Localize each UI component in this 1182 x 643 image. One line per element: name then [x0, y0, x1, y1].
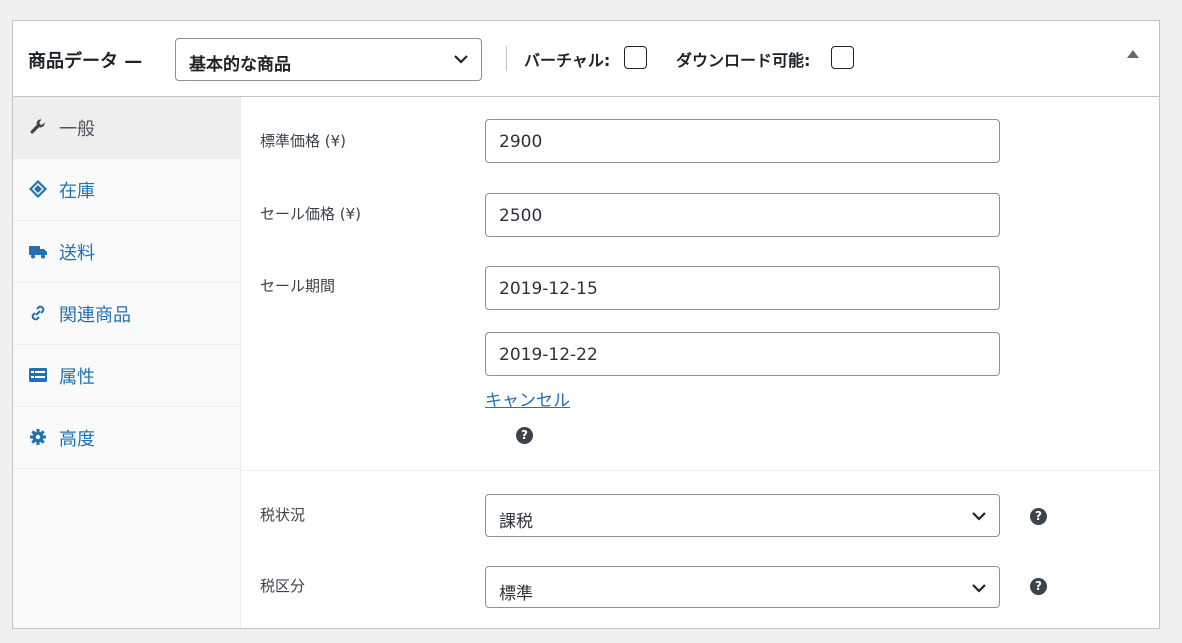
link-icon: [31, 305, 45, 321]
product-data-header: 商品データ — 基本的な商品 バーチャル: ダウンロード可能:: [13, 21, 1159, 97]
wrench-icon: [30, 119, 45, 134]
tab-shipping[interactable]: 送料: [13, 221, 240, 283]
sale-price-input[interactable]: 2500: [485, 193, 1000, 237]
collapse-toggle-icon[interactable]: [1127, 50, 1139, 58]
tab-advanced-label: 高度: [59, 429, 95, 450]
product-type-value: 基本的な商品: [189, 55, 291, 75]
general-tab-panel: 標準価格 (¥) 2900 セール価格 (¥) 2500 セール期間 2019-…: [242, 97, 1159, 628]
regular-price-value: 2900: [499, 132, 543, 152]
tag-icon: [29, 180, 47, 198]
sale-period-label: セール期間: [260, 277, 336, 295]
tab-general[interactable]: 一般: [13, 97, 240, 159]
product-data-tabs: 一般 在庫 送料 関連商品 属性 高度: [13, 97, 241, 628]
product-type-select[interactable]: 基本的な商品: [175, 38, 482, 81]
tax-status-help-icon[interactable]: ?: [1030, 508, 1047, 525]
tax-status-label: 税状況: [260, 506, 306, 524]
regular-price-input[interactable]: 2900: [485, 119, 1000, 163]
downloadable-label: ダウンロード可能:: [676, 51, 811, 70]
sale-from-value: 2019-12-15: [499, 279, 598, 299]
gear-icon: [30, 429, 46, 445]
chevron-down-icon: [454, 55, 468, 64]
downloadable-checkbox[interactable]: [831, 46, 854, 69]
list-icon: [29, 368, 47, 382]
sale-price-label: セール価格 (¥): [260, 205, 362, 223]
tab-inventory[interactable]: 在庫: [13, 159, 240, 221]
header-divider: [506, 46, 507, 71]
truck-icon: [29, 246, 47, 259]
sale-to-input[interactable]: 2019-12-22: [485, 332, 1000, 376]
tax-class-label: 税区分: [260, 577, 306, 595]
tab-linked-products[interactable]: 関連商品: [13, 283, 240, 345]
tax-status-value: 課税: [499, 512, 533, 532]
sale-to-value: 2019-12-22: [499, 345, 598, 365]
chevron-down-icon: [972, 584, 986, 593]
product-data-panel: 商品データ — 基本的な商品 バーチャル: ダウンロード可能: 一般 在庫 送料…: [12, 20, 1160, 629]
regular-price-label: 標準価格 (¥): [260, 132, 347, 150]
tab-linked-products-label: 関連商品: [59, 305, 131, 326]
tab-advanced[interactable]: 高度: [13, 407, 240, 469]
tax-class-help-icon[interactable]: ?: [1030, 578, 1047, 595]
cancel-schedule-link[interactable]: キャンセル: [485, 386, 570, 411]
tab-shipping-label: 送料: [59, 243, 95, 264]
virtual-checkbox[interactable]: [624, 46, 647, 69]
tax-status-select[interactable]: 課税: [485, 494, 1000, 537]
sale-price-value: 2500: [499, 206, 543, 226]
tab-inventory-label: 在庫: [59, 181, 95, 202]
sale-from-input[interactable]: 2019-12-15: [485, 266, 1000, 310]
chevron-down-icon: [972, 512, 986, 521]
tab-general-label: 一般: [59, 119, 95, 140]
virtual-label: バーチャル:: [524, 51, 611, 70]
panel-title: 商品データ —: [28, 51, 143, 72]
tax-class-select[interactable]: 標準: [485, 566, 1000, 608]
tab-attributes[interactable]: 属性: [13, 345, 240, 407]
tab-attributes-label: 属性: [59, 367, 95, 388]
sale-period-help-icon[interactable]: ?: [516, 427, 533, 444]
section-divider: [242, 470, 1159, 471]
tax-class-value: 標準: [499, 584, 533, 604]
